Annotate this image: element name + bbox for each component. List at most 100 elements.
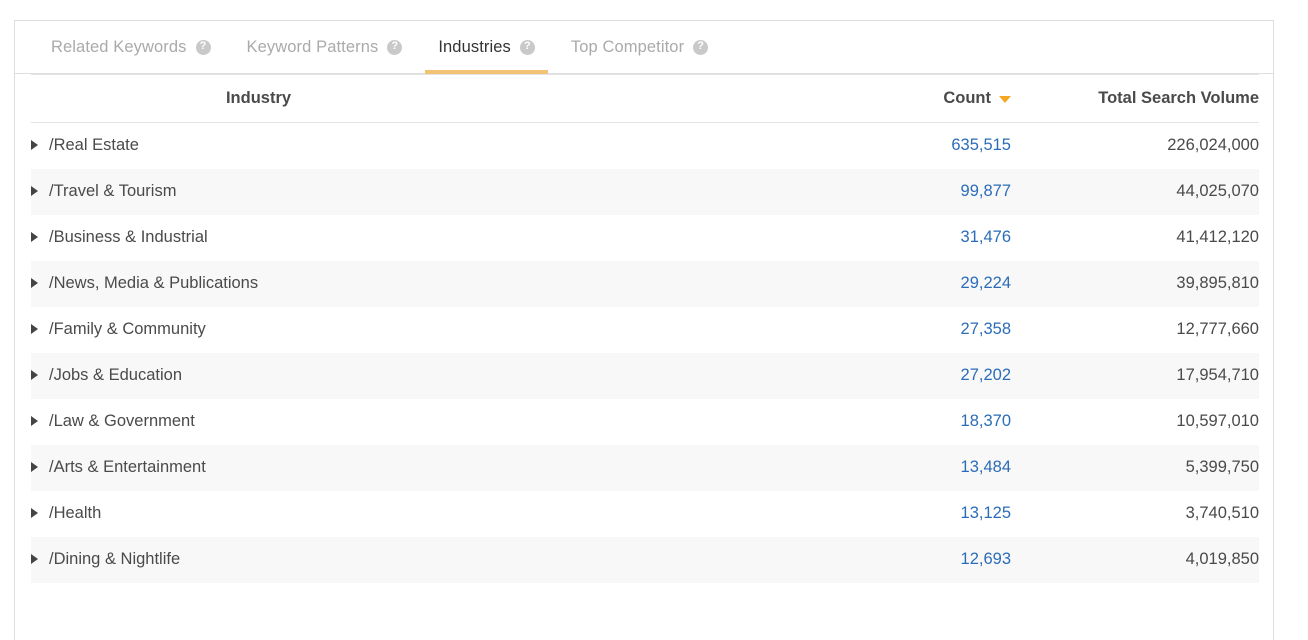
help-circle-icon[interactable]: ? — [387, 39, 403, 55]
industry-label: /News, Media & Publications — [49, 274, 259, 293]
cell-total-search-volume: 41,412,120 — [1176, 228, 1259, 246]
cell-total-search-volume: 3,740,510 — [1185, 504, 1259, 522]
page-viewport: Related Keywords? Keyword Patterns? Indust… — [0, 0, 1308, 640]
cell-industry: /Jobs & Education — [31, 353, 486, 399]
table-row[interactable]: /Health 13,125 3,740,510 — [31, 491, 1259, 537]
count-link[interactable]: 27,202 — [961, 366, 1011, 384]
table-row[interactable]: /Jobs & Education 27,202 17,954,710 — [31, 352, 1259, 399]
table-row[interactable]: /Business & Industrial 31,476 41,412,120 — [31, 215, 1259, 261]
cell-industry: /Business & Industrial — [31, 215, 486, 261]
tab-keyword-patterns[interactable]: Keyword Patterns? — [229, 21, 421, 74]
cell-count: 99,877 — [486, 169, 1011, 215]
cell-total-search-volume: 12,777,660 — [1176, 320, 1259, 338]
industries-table: Industry Count Total Search Volume /Real… — [31, 74, 1259, 583]
table-row[interactable]: /Law & Government 18,370 10,597,010 — [31, 399, 1259, 445]
cell-total-search-volume: 39,895,810 — [1176, 274, 1259, 292]
count-link[interactable]: 99,877 — [961, 182, 1011, 200]
cell-industry: /Real Estate — [31, 123, 486, 169]
industry-label: /Travel & Tourism — [49, 182, 177, 201]
count-link[interactable]: 12,693 — [961, 550, 1011, 568]
cell-total-search-volume: 17,954,710 — [1176, 366, 1259, 384]
tab-industries-label: Industries — [438, 37, 511, 56]
cell-total-search-volume: 44,025,070 — [1176, 182, 1259, 200]
table-body: /Real Estate 635,515 226,024,000/Travel & … — [31, 123, 1259, 583]
cell-total-search-volume: 10,597,010 — [1176, 412, 1259, 430]
expand-triangle-icon[interactable] — [31, 415, 38, 426]
column-header-count[interactable]: Count — [486, 74, 1011, 123]
expand-triangle-icon[interactable] — [31, 461, 38, 472]
table-row[interactable]: /Dining & Nightlife 12,693 4,019,850 — [31, 536, 1259, 583]
count-link[interactable]: 13,125 — [961, 504, 1011, 522]
table-row[interactable]: /Real Estate 635,515 226,024,000 — [31, 123, 1259, 169]
cell-total-search-volume: 4,019,850 — [1185, 550, 1259, 568]
expand-triangle-icon[interactable] — [31, 277, 38, 288]
count-link[interactable]: 13,484 — [961, 458, 1011, 476]
table-row[interactable]: /Family & Community 27,358 12,777,660 — [31, 307, 1259, 353]
cell-count: 31,476 — [486, 215, 1011, 261]
tab-industries[interactable]: Industries? — [420, 21, 553, 74]
cell-count: 27,358 — [486, 307, 1011, 353]
table-row[interactable]: /Arts & Entertainment 13,484 5,399,750 — [31, 444, 1259, 491]
cell-total-search-volume: 226,024,000 — [1167, 136, 1259, 155]
tab-related-keywords[interactable]: Related Keywords? — [33, 21, 229, 74]
cell-industry: /Travel & Tourism — [31, 169, 486, 215]
expand-triangle-icon[interactable] — [31, 231, 38, 242]
help-circle-icon-glyph: ? — [523, 40, 531, 52]
active-tab-underline — [425, 69, 548, 74]
expand-triangle-icon[interactable] — [31, 185, 38, 196]
cell-count: 635,515 — [486, 123, 1011, 169]
help-circle-icon-glyph: ? — [697, 40, 705, 52]
tab-top-competitor[interactable]: Top Competitor? — [553, 21, 726, 74]
count-link[interactable]: 18,370 — [961, 412, 1011, 430]
cell-industry: /Dining & Nightlife — [31, 537, 486, 583]
expand-triangle-icon[interactable] — [31, 139, 38, 150]
expand-triangle-icon[interactable] — [31, 369, 38, 380]
cell-count: 27,202 — [486, 353, 1011, 399]
tab-bar: Related Keywords? Keyword Patterns? Indust… — [15, 21, 1273, 74]
industry-label: /Dining & Nightlife — [49, 550, 181, 569]
column-header-total-search-volume-label: Total Search Volume — [1098, 89, 1259, 107]
cell-count: 13,125 — [486, 491, 1011, 537]
industry-label: /Business & Industrial — [49, 228, 208, 247]
industry-label: /Family & Community — [49, 320, 206, 339]
tab-related-keywords-label: Related Keywords — [51, 37, 187, 56]
industries-table-container: Industry Count Total Search Volume /Real… — [15, 74, 1273, 583]
expand-triangle-icon[interactable] — [31, 323, 38, 334]
cell-industry: /News, Media & Publications — [31, 261, 486, 307]
expand-triangle-icon[interactable] — [31, 507, 38, 518]
tab-top-competitor-label: Top Competitor — [570, 37, 685, 56]
cell-count: 12,693 — [486, 537, 1011, 583]
cell-count: 18,370 — [486, 399, 1011, 445]
industry-label: /Real Estate — [49, 136, 139, 155]
cell-industry: /Health — [31, 491, 486, 537]
industries-panel-card: Related Keywords? Keyword Patterns? Indust… — [14, 20, 1274, 640]
table-header-row: Industry Count Total Search Volume — [31, 74, 1259, 123]
count-link[interactable]: 31,476 — [961, 228, 1011, 246]
cell-count: 29,224 — [486, 261, 1011, 307]
cell-industry: /Arts & Entertainment — [31, 445, 486, 491]
cell-count: 13,484 — [486, 445, 1011, 491]
count-link[interactable]: 29,224 — [961, 274, 1011, 292]
expand-triangle-icon[interactable] — [31, 553, 38, 564]
column-header-count-label: Count — [943, 89, 991, 107]
cell-industry: /Law & Government — [31, 399, 486, 445]
industry-label: /Jobs & Education — [49, 366, 182, 385]
industry-label: /Arts & Entertainment — [49, 458, 206, 477]
table-row[interactable]: /News, Media & Publications 29,224 39,895,… — [31, 260, 1259, 307]
sort-desc-caret-icon[interactable] — [999, 96, 1011, 104]
count-link[interactable]: 635,515 — [951, 136, 1011, 154]
help-circle-icon-glyph: ? — [391, 40, 399, 52]
table-row[interactable]: /Travel & Tourism 99,877 44,025,070 — [31, 168, 1259, 215]
help-circle-icon[interactable]: ? — [693, 39, 709, 55]
count-link[interactable]: 27,358 — [961, 320, 1011, 338]
help-circle-icon[interactable]: ? — [195, 39, 211, 55]
column-header-total-search-volume[interactable]: Total Search Volume — [1011, 74, 1259, 123]
cell-industry: /Family & Community — [31, 307, 486, 353]
tab-keyword-patterns-label: Keyword Patterns — [246, 37, 379, 56]
industry-label: /Health — [49, 504, 102, 523]
column-header-industry[interactable]: Industry — [31, 74, 486, 123]
table-header: Industry Count Total Search Volume — [31, 74, 1259, 123]
column-header-industry-label: Industry — [225, 89, 292, 107]
help-circle-icon[interactable]: ? — [519, 39, 535, 55]
industry-label: /Law & Government — [49, 412, 195, 431]
